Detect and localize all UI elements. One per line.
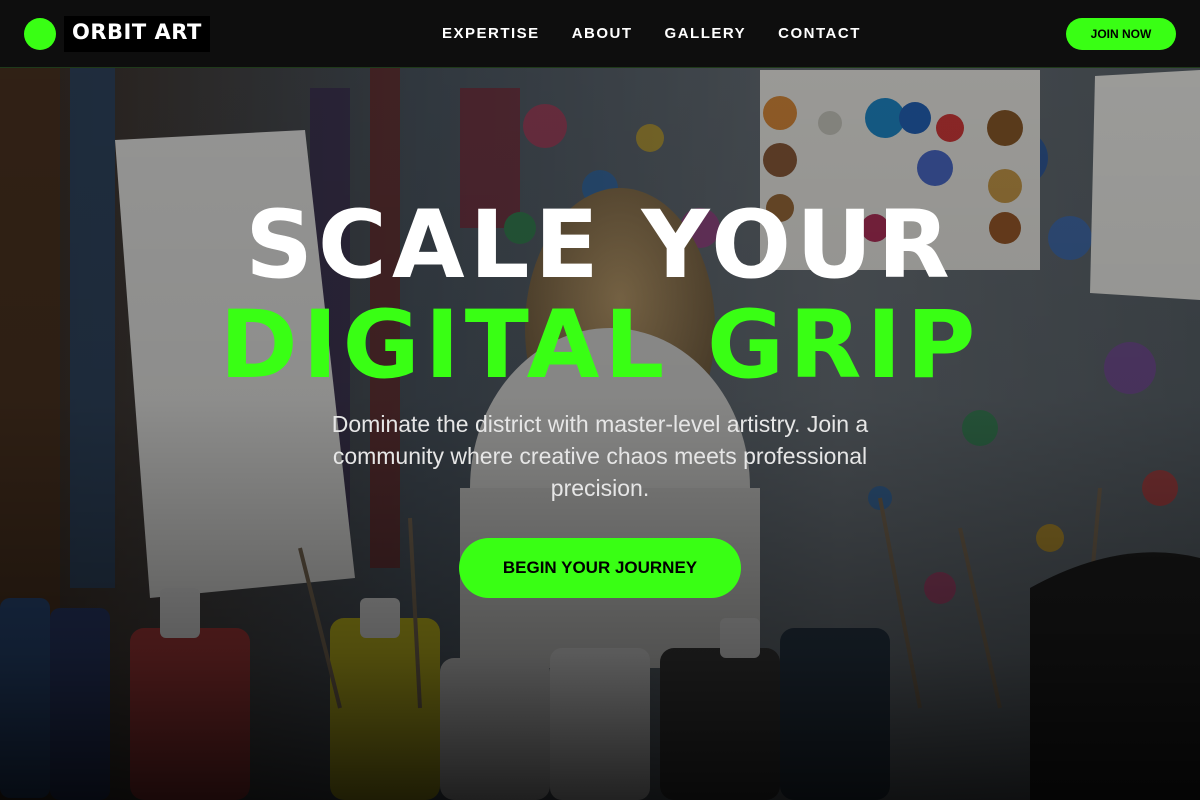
nav-link-contact[interactable]: CONTACT xyxy=(778,24,861,44)
nav-link-about[interactable]: ABOUT xyxy=(572,24,633,44)
top-navbar: ORBIT ART EXPERTISE ABOUT GALLERY CONTAC… xyxy=(0,0,1200,68)
hero-headline-line1: SCALE YOUR xyxy=(245,191,955,300)
hero-headline-line2: DIGITAL GRIP xyxy=(219,291,981,400)
join-now-button[interactable]: JOIN NOW xyxy=(1066,18,1176,50)
hero-section: SCALE YOUR DIGITAL GRIP Dominate the dis… xyxy=(0,68,1200,800)
nav-links: EXPERTISE ABOUT GALLERY CONTACT xyxy=(442,24,861,44)
logo-circle-icon[interactable] xyxy=(24,18,56,50)
nav-link-gallery[interactable]: GALLERY xyxy=(665,24,747,44)
hero-subtext: Dominate the district with master-level … xyxy=(331,411,869,501)
brand-name[interactable]: ORBIT ART xyxy=(64,16,210,52)
nav-link-expertise[interactable]: EXPERTISE xyxy=(442,24,540,44)
begin-your-journey-button[interactable]: BEGIN YOUR JOURNEY xyxy=(459,538,741,598)
